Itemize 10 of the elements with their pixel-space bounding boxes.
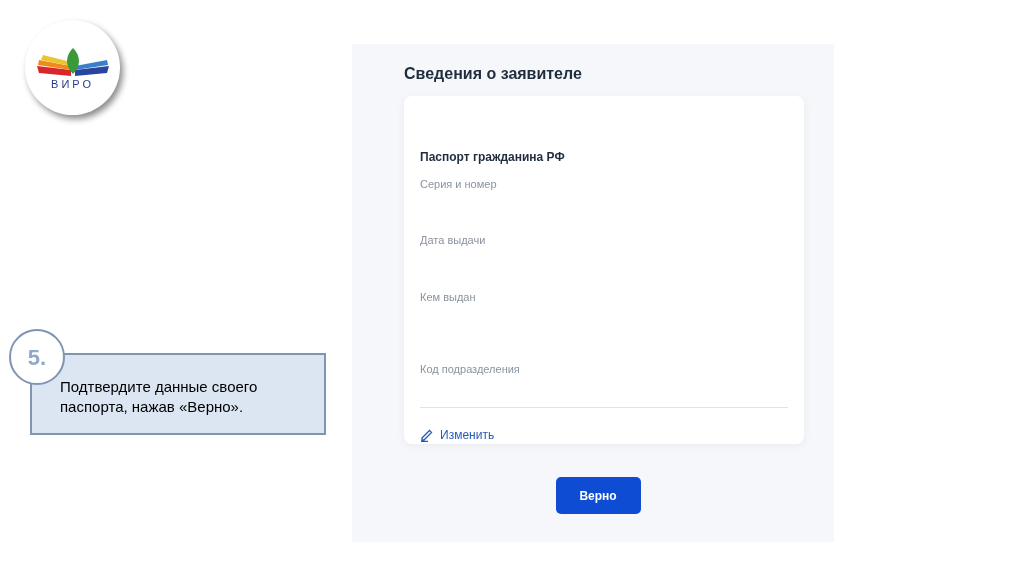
section-title: Паспорт гражданина РФ [420, 149, 566, 166]
edit-link[interactable]: Изменить [420, 426, 495, 444]
field-label: Дата выдачи [420, 233, 487, 249]
logo-text: ВИРО [51, 78, 94, 90]
pencil-icon [420, 428, 434, 442]
form-title: Сведения о заявителе [404, 64, 583, 84]
field-label: Кем выдан [420, 289, 477, 305]
field-label: Код подразделения [420, 361, 521, 377]
confirm-button[interactable]: Верно [555, 477, 641, 514]
field-label: Серия и номер [420, 177, 498, 192]
